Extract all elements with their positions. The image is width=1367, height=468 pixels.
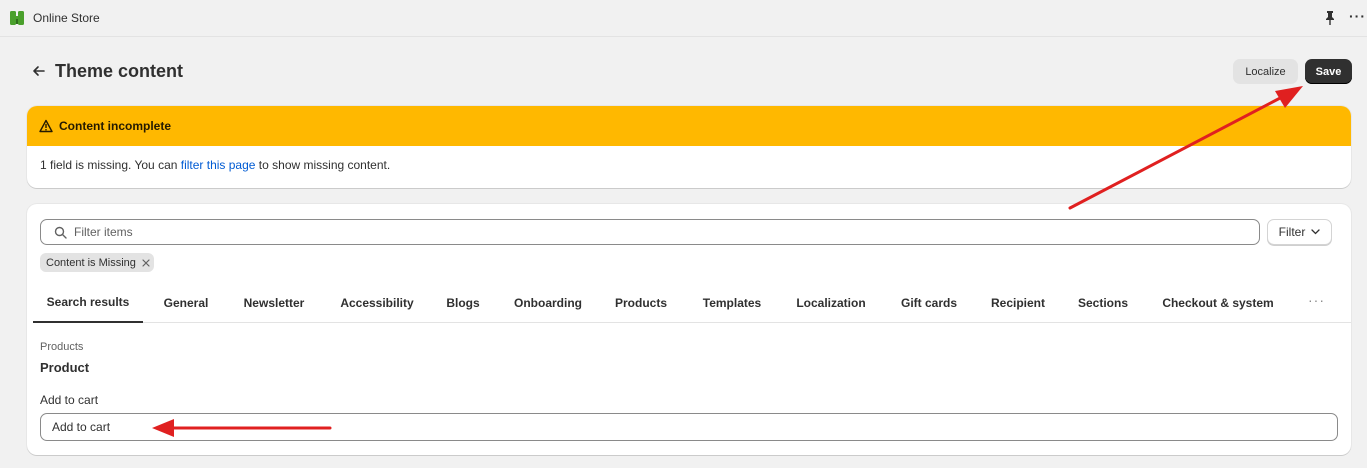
section-label: Products	[40, 341, 84, 353]
theme-content-card: Filter Content is Missing Search results…	[27, 204, 1351, 455]
close-icon[interactable]	[142, 258, 150, 267]
search-field[interactable]	[40, 219, 1260, 245]
shopify-bag-icon	[10, 11, 24, 25]
filter-chip-label: Content is Missing	[46, 256, 136, 269]
tab-newsletter[interactable]: Newsletter	[238, 282, 310, 323]
pin-icon[interactable]	[1323, 10, 1337, 26]
tab-sections[interactable]: Sections	[1075, 282, 1131, 323]
banner-message: 1 field is missing. You can filter this …	[27, 146, 1351, 172]
filter-button-label: Filter	[1278, 225, 1306, 239]
ellipsis-icon[interactable]: ···	[1349, 8, 1366, 24]
page-title: Theme content	[55, 61, 184, 81]
add-to-cart-input[interactable]	[40, 413, 1338, 441]
tab-accessibility[interactable]: Accessibility	[335, 282, 419, 323]
banner-title: Content incomplete	[59, 119, 172, 133]
tab-search-results[interactable]: Search results	[33, 282, 143, 323]
tab-products[interactable]: Products	[612, 282, 670, 323]
banner-message-text: 1 field is missing. You can	[40, 158, 181, 172]
tab-localization[interactable]: Localization	[793, 282, 869, 323]
chevron-down-icon	[1311, 229, 1320, 235]
section-title: Product	[40, 360, 90, 375]
tab-checkout-system[interactable]: Checkout & system	[1158, 282, 1278, 323]
add-to-cart-label: Add to cart	[40, 393, 99, 407]
search-icon	[54, 226, 67, 239]
filter-chip: Content is Missing	[40, 253, 154, 272]
tab-gift-cards[interactable]: Gift cards	[896, 282, 962, 323]
tab-blogs[interactable]: Blogs	[443, 282, 483, 323]
search-input[interactable]	[74, 220, 1254, 244]
save-button[interactable]: Save	[1305, 59, 1352, 84]
warning-icon	[39, 119, 53, 133]
app-title: Online Store	[33, 11, 100, 25]
banner-message-text-end: to show missing content.	[255, 158, 391, 172]
banner-header: Content incomplete	[27, 106, 1351, 146]
more-tabs-icon[interactable]: ···	[1308, 292, 1325, 308]
tab-onboarding[interactable]: Onboarding	[510, 282, 586, 323]
filter-button[interactable]: Filter	[1267, 219, 1332, 245]
filter-page-link[interactable]: filter this page	[181, 158, 256, 172]
tab-general[interactable]: General	[158, 282, 214, 323]
content-incomplete-banner: Content incomplete 1 field is missing. Y…	[27, 106, 1351, 188]
tab-templates[interactable]: Templates	[699, 282, 765, 323]
app-top-bar: Online Store ···	[0, 0, 1367, 37]
localize-button[interactable]: Localize	[1233, 59, 1298, 84]
tab-recipient[interactable]: Recipient	[988, 282, 1048, 323]
tab-bar: Search results General Newsletter Access…	[33, 282, 1351, 323]
arrow-left-icon[interactable]	[30, 62, 48, 80]
